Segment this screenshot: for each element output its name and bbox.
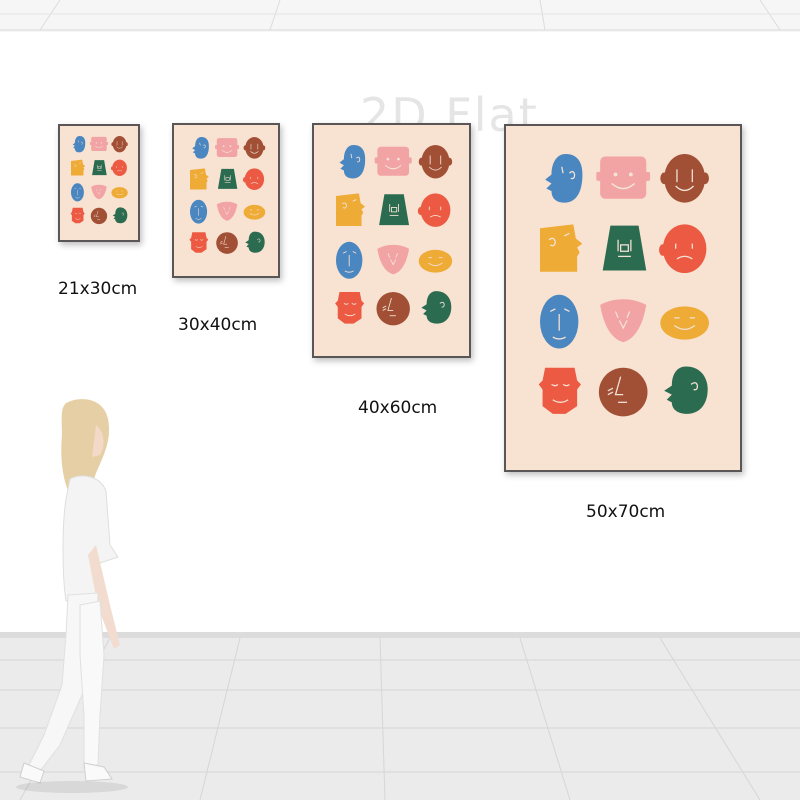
face-grid [189,136,266,255]
poster-30x40 [172,123,280,278]
size-label-40x60: 40x60cm [358,398,438,418]
size-label-30x40: 30x40cm [178,315,258,335]
poster-50x70 [504,124,742,472]
ceiling [0,0,800,32]
size-label-50x70: 50x70cm [586,502,666,522]
face-grid [537,153,710,418]
poster-40x60 [312,123,471,358]
face-grid [70,135,129,225]
poster-21x30 [58,124,140,242]
face-grid [334,144,453,326]
woman-figure [16,399,128,793]
size-label-21x30: 21x30cm [58,279,138,299]
